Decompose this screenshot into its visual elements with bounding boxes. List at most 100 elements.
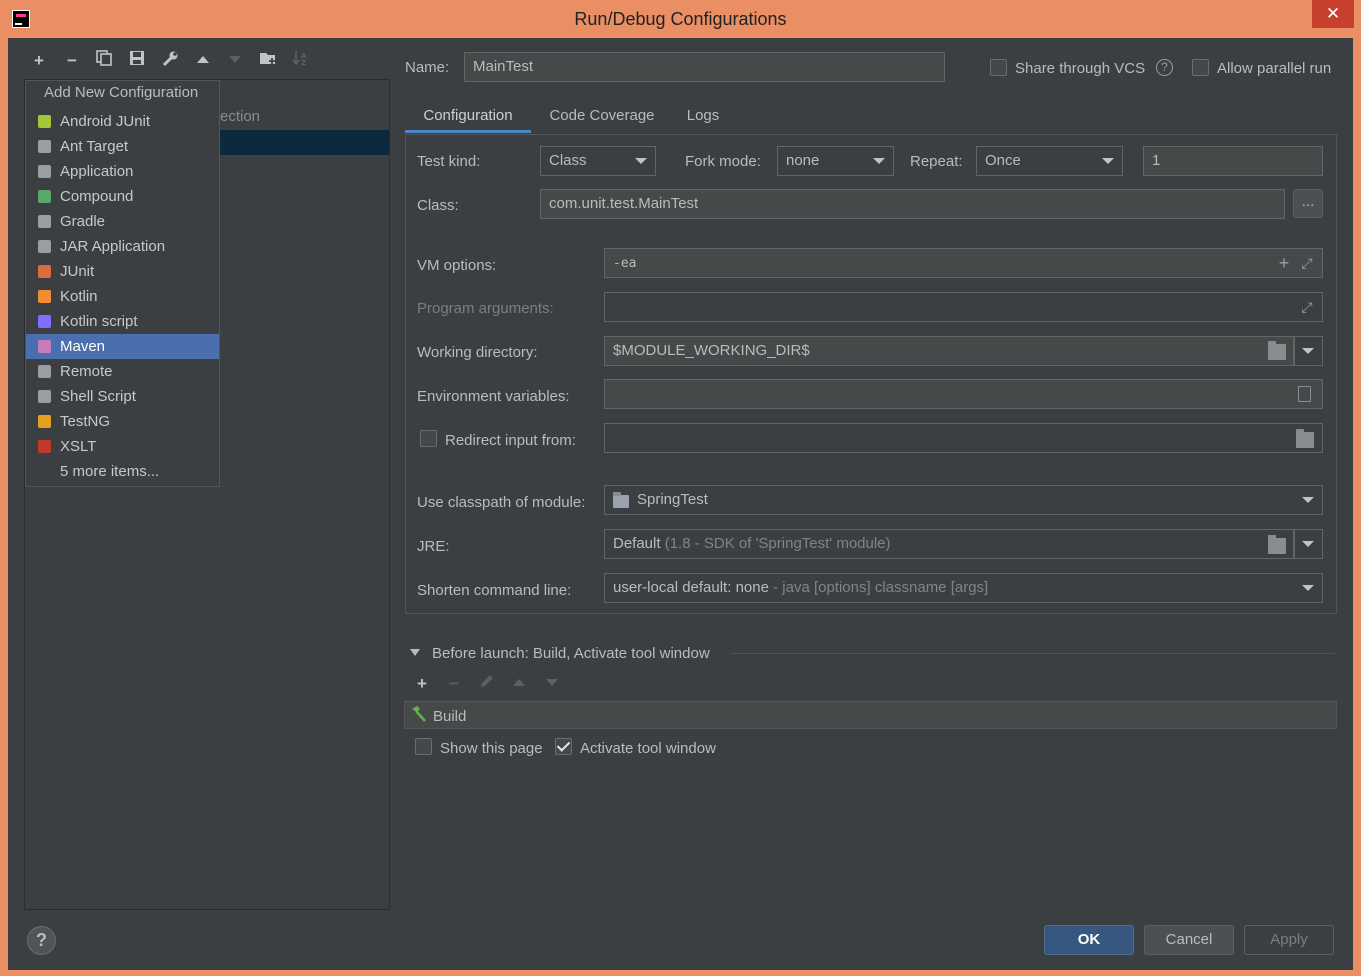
popup-item[interactable]: Kotlin (26, 284, 219, 309)
redirect-input-checkbox[interactable] (420, 430, 437, 447)
popup-item[interactable]: Remote (26, 359, 219, 384)
class-browse-button[interactable]: ... (1293, 189, 1323, 218)
sort-icon[interactable]: AZ (290, 50, 312, 72)
tab-configuration[interactable]: Configuration (405, 100, 531, 134)
before-launch-build-row[interactable] (404, 701, 1337, 729)
activate-tool-window-checkbox[interactable] (555, 738, 572, 755)
hammer-icon (409, 705, 427, 727)
redirect-input-label: Redirect input from: (445, 432, 576, 449)
application-icon (36, 163, 53, 180)
jre-hint: (1.8 - SDK of 'SpringTest' module) (664, 535, 891, 552)
copy-icon[interactable] (93, 50, 115, 72)
share-vcs-help-icon[interactable]: ? (1156, 59, 1173, 76)
repeat-value: Once (985, 152, 1021, 169)
name-input[interactable]: MainTest (464, 52, 945, 82)
popup-item[interactable]: Application (26, 159, 219, 184)
vm-options-input[interactable]: -ea (604, 248, 1323, 278)
repeat-label: Repeat: (910, 153, 963, 170)
popup-item[interactable]: Ant Target (26, 134, 219, 159)
remove-icon[interactable]: − (61, 50, 83, 72)
move-down-icon[interactable] (541, 673, 563, 695)
wrench-icon[interactable] (159, 50, 181, 72)
share-vcs-checkbox[interactable] (990, 59, 1007, 76)
working-dir-dropdown[interactable] (1294, 336, 1323, 366)
working-dir-input[interactable]: $MODULE_WORKING_DIR$ (604, 336, 1294, 366)
repeat-count-input[interactable]: 1 (1143, 146, 1323, 176)
svg-text:Z: Z (301, 59, 306, 66)
shell-icon (36, 388, 53, 405)
popup-item-label: Ant Target (60, 138, 129, 155)
tab-code-coverage[interactable]: Code Coverage (536, 100, 668, 134)
jre-dropdown[interactable] (1294, 529, 1323, 559)
cancel-button[interactable]: Cancel (1144, 925, 1234, 955)
program-args-input[interactable] (604, 292, 1323, 322)
vm-options-label: VM options: (417, 257, 497, 274)
popup-item-label: 5 more items... (60, 463, 160, 480)
edit-icon[interactable] (476, 673, 498, 695)
redirect-input-field[interactable] (604, 423, 1323, 453)
popup-item[interactable]: JUnit (26, 259, 219, 284)
test-kind-select[interactable]: Class (540, 146, 656, 176)
popup-item[interactable]: Maven (26, 334, 219, 359)
share-vcs-label: Share through VCS (1015, 60, 1146, 77)
tree-selected-row[interactable] (216, 130, 389, 155)
remove-icon[interactable]: − (443, 673, 465, 695)
jre-value: Default (613, 535, 661, 552)
popup-item-label: Application (60, 163, 134, 180)
chevron-down-icon (1302, 348, 1314, 354)
expand-icon[interactable]: ⤢ (1298, 299, 1316, 315)
folder-add-icon[interactable] (257, 50, 279, 72)
activate-tool-window-label: Activate tool window (580, 740, 716, 757)
class-input[interactable]: com.unit.test.MainTest (540, 189, 1285, 219)
popup-item[interactable]: Android JUnit (26, 109, 219, 134)
show-page-checkbox[interactable] (415, 738, 432, 755)
popup-title: Add New Configuration (44, 84, 199, 101)
before-launch-title: Before launch: Build, Activate tool wind… (432, 645, 710, 662)
env-vars-input[interactable] (604, 379, 1323, 409)
add-icon[interactable]: + (411, 673, 433, 695)
popup-item[interactable]: TestNG (26, 409, 219, 434)
close-button[interactable]: ✕ (1312, 0, 1354, 28)
module-folder-icon (613, 492, 629, 508)
popup-item[interactable]: Shell Script (26, 384, 219, 409)
folder-icon[interactable] (1296, 429, 1314, 448)
popup-item-label: Kotlin (60, 288, 98, 305)
apply-button[interactable]: Apply (1244, 925, 1334, 955)
maven-icon (36, 338, 53, 355)
popup-item[interactable]: JAR Application (26, 234, 219, 259)
ok-button[interactable]: OK (1044, 925, 1134, 955)
program-args-label: Program arguments: (417, 300, 554, 317)
xslt-icon (36, 438, 53, 455)
document-icon[interactable] (1298, 386, 1311, 402)
tab-logs[interactable]: Logs (676, 100, 730, 134)
add-icon[interactable]: + (28, 50, 50, 72)
jre-input[interactable]: Default (1.8 - SDK of 'SpringTest' modul… (604, 529, 1294, 559)
folder-icon[interactable] (1268, 341, 1286, 360)
divider (730, 653, 1335, 654)
popup-item-label: TestNG (60, 413, 111, 430)
classpath-select[interactable]: SpringTest (604, 485, 1323, 515)
fork-mode-select[interactable]: none (777, 146, 894, 176)
repeat-select[interactable]: Once (976, 146, 1123, 176)
popup-item[interactable]: 5 more items... (26, 459, 219, 484)
shorten-select[interactable]: user-local default: none - java [options… (604, 573, 1323, 603)
ant-icon (36, 138, 53, 155)
collapse-triangle-icon[interactable] (410, 649, 420, 656)
chevron-down-icon (1302, 585, 1314, 591)
help-button[interactable]: ? (27, 926, 56, 955)
popup-item[interactable]: Kotlin script (26, 309, 219, 334)
popup-item[interactable]: XSLT (26, 434, 219, 459)
add-icon[interactable]: + (1275, 254, 1293, 272)
shorten-label: Shorten command line: (417, 582, 572, 599)
popup-item[interactable]: Compound (26, 184, 219, 209)
move-up-icon[interactable] (192, 50, 214, 72)
move-up-icon[interactable] (508, 673, 530, 695)
popup-item[interactable]: Gradle (26, 209, 219, 234)
move-down-icon[interactable] (224, 50, 246, 72)
folder-icon[interactable] (1268, 535, 1286, 554)
expand-icon[interactable]: ⤢ (1298, 255, 1316, 271)
popup-item-label: Shell Script (60, 388, 136, 405)
allow-parallel-checkbox[interactable] (1192, 59, 1209, 76)
android-junit-icon (36, 113, 53, 130)
save-icon[interactable] (126, 50, 148, 72)
